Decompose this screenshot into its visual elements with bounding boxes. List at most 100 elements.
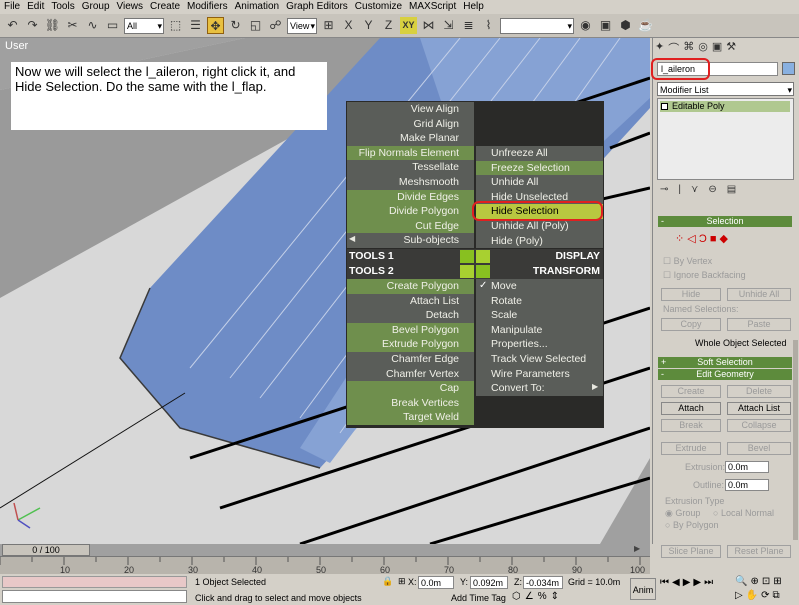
- axis-z-icon[interactable]: Z: [380, 17, 397, 34]
- modifier-list-select[interactable]: Modifier List: [657, 82, 794, 97]
- collapse-button[interactable]: Collapse: [727, 419, 791, 432]
- create-button[interactable]: Create: [661, 385, 721, 398]
- menu-item-convert-to[interactable]: Convert To:: [476, 381, 603, 396]
- ignore-backfacing-checkbox[interactable]: ☐ Ignore Backfacing: [663, 270, 746, 281]
- menu-item-divide-edges[interactable]: Divide Edges: [347, 189, 474, 205]
- rotate-icon[interactable]: ↻: [227, 17, 244, 34]
- menu-item-unhide-all[interactable]: Unhide All: [476, 175, 603, 190]
- menu-item-scale[interactable]: Scale: [476, 308, 603, 323]
- select-object-icon[interactable]: ⬚: [167, 17, 184, 34]
- panel-scrollbar[interactable]: [793, 340, 798, 540]
- curve-editor-icon[interactable]: ⌇: [480, 17, 497, 34]
- track-bar[interactable]: 10 20 30 40 50 60 70 80 90 100: [0, 556, 650, 575]
- element-mode-icon[interactable]: ◆: [720, 233, 728, 245]
- menu-item-divide-polygon[interactable]: Divide Polygon: [347, 204, 474, 219]
- teapot-render-icon[interactable]: ☕: [637, 17, 654, 34]
- previous-frame-icon[interactable]: ◀: [672, 577, 680, 588]
- menu-animation[interactable]: Animation: [231, 0, 282, 14]
- named-selection-set-select[interactable]: [500, 17, 574, 34]
- modify-tab-icon[interactable]: ⌒: [668, 40, 679, 56]
- menu-item-tessellate[interactable]: Tessellate: [347, 160, 474, 175]
- render-scene-icon[interactable]: ▣: [597, 17, 614, 34]
- menu-item-chamfer-edge[interactable]: Chamfer Edge: [347, 352, 474, 367]
- angle-snap-icon[interactable]: ∠: [525, 591, 534, 602]
- motion-tab-icon[interactable]: ◎: [698, 40, 708, 56]
- axis-x-icon[interactable]: X: [340, 17, 357, 34]
- menu-item-grid-align[interactable]: Grid Align: [347, 116, 474, 132]
- menu-item-create-polygon[interactable]: Create Polygon: [347, 279, 474, 294]
- menu-item-unfreeze-all[interactable]: Unfreeze All: [476, 146, 603, 161]
- menu-item-track-view-selected[interactable]: Track View Selected: [476, 352, 603, 367]
- move-icon[interactable]: ✥: [207, 17, 224, 34]
- stack-item-toggle-icon[interactable]: [661, 103, 668, 110]
- make-unique-icon[interactable]: ⋎: [691, 184, 698, 196]
- percent-snap-icon[interactable]: %: [538, 591, 547, 602]
- menu-item-hide-poly[interactable]: Hide (Poly): [476, 233, 603, 249]
- time-slider-track[interactable]: 0 / 100 ▶: [0, 544, 650, 556]
- reset-plane-button[interactable]: Reset Plane: [727, 545, 791, 558]
- bevel-button[interactable]: Bevel: [727, 442, 791, 455]
- object-color-swatch[interactable]: [782, 62, 795, 75]
- play-icon[interactable]: ▶: [683, 577, 691, 588]
- bind-spacewarp-icon[interactable]: ∿: [84, 17, 101, 34]
- quad-switch-br[interactable]: [476, 265, 490, 278]
- time-slider-thumb[interactable]: 0 / 100: [2, 544, 90, 556]
- unlink-icon[interactable]: ✂: [64, 17, 81, 34]
- menu-create[interactable]: Create: [146, 0, 183, 14]
- maxscript-listener-pink[interactable]: [2, 576, 187, 588]
- edge-mode-icon[interactable]: ◁: [687, 233, 695, 245]
- snap-3d-icon[interactable]: ⬡: [512, 591, 521, 602]
- stack-item-editable-poly[interactable]: Editable Poly: [660, 101, 790, 112]
- menu-graph-editors[interactable]: Graph Editors: [282, 0, 351, 14]
- mirror-icon[interactable]: ⋈: [420, 17, 437, 34]
- quad-switch-tl[interactable]: [460, 250, 474, 263]
- extrude-button[interactable]: Extrude: [661, 442, 721, 455]
- slice-plane-button[interactable]: Slice Plane: [661, 545, 721, 558]
- display-tab-icon[interactable]: ▣: [712, 40, 722, 56]
- menu-item-target-weld[interactable]: Target Weld: [347, 410, 474, 425]
- menu-item-properties[interactable]: Properties...: [476, 337, 603, 352]
- vertex-mode-icon[interactable]: ⁘: [675, 233, 684, 245]
- menu-item-view-align[interactable]: View Align: [347, 102, 474, 117]
- attach-button[interactable]: Attach: [661, 402, 721, 415]
- zoom-icon[interactable]: 🔍: [735, 576, 747, 587]
- edit-geometry-rollout-header[interactable]: - Edit Geometry: [658, 369, 792, 380]
- selection-filter-select[interactable]: All: [124, 17, 164, 34]
- by-vertex-checkbox[interactable]: ☐ By Vertex: [663, 256, 712, 267]
- menu-item-flip-normals-element[interactable]: Flip Normals Element: [347, 145, 474, 161]
- menu-edit[interactable]: Edit: [23, 0, 47, 14]
- menu-item-cap[interactable]: Cap: [347, 381, 474, 396]
- axis-xy-button[interactable]: XY: [400, 17, 417, 34]
- group-radio[interactable]: ◉ Group: [665, 508, 700, 519]
- border-mode-icon[interactable]: Ɔ: [699, 233, 707, 245]
- animate-toggle-button[interactable]: Anim: [630, 578, 656, 600]
- menu-views[interactable]: Views: [113, 0, 147, 14]
- lock-selection-icon[interactable]: 🔒: [382, 576, 393, 587]
- align-icon[interactable]: ⇲: [440, 17, 457, 34]
- zoom-extents-icon[interactable]: ⊡: [762, 576, 770, 587]
- menu-item-make-planar[interactable]: Make Planar: [347, 131, 474, 146]
- attach-list-button[interactable]: Attach List: [727, 402, 791, 415]
- menu-item-break-vertices[interactable]: Break Vertices: [347, 395, 474, 411]
- field-of-view-icon[interactable]: ▷: [735, 590, 743, 601]
- utilities-tab-icon[interactable]: ⚒: [726, 40, 736, 56]
- quick-render-icon[interactable]: ⬢: [617, 17, 634, 34]
- menu-group[interactable]: Group: [78, 0, 113, 14]
- reference-coord-select[interactable]: View: [287, 17, 317, 34]
- paste-button[interactable]: Paste: [727, 318, 791, 331]
- select-by-name-icon[interactable]: ☰: [187, 17, 204, 34]
- menu-file[interactable]: File: [0, 0, 23, 14]
- menu-item-bevel-polygon[interactable]: Bevel Polygon: [347, 322, 474, 338]
- menu-item-manipulate[interactable]: Manipulate: [476, 322, 603, 338]
- menu-help[interactable]: Help: [459, 0, 487, 14]
- layer-icon[interactable]: ≣: [460, 17, 477, 34]
- arc-rotate-icon[interactable]: ⟳: [761, 590, 769, 601]
- menu-item-freeze-selection[interactable]: Freeze Selection: [476, 160, 603, 176]
- scale-icon[interactable]: ◱: [247, 17, 264, 34]
- local-normal-radio[interactable]: ○ Local Normal: [713, 508, 774, 518]
- select-region-icon[interactable]: ▭: [104, 17, 121, 34]
- configure-sets-icon[interactable]: ▤: [727, 184, 736, 196]
- time-next-arrow-icon[interactable]: ▶: [634, 544, 640, 553]
- menu-item-chamfer-vertex[interactable]: Chamfer Vertex: [347, 366, 474, 382]
- hide-button[interactable]: Hide: [661, 288, 721, 301]
